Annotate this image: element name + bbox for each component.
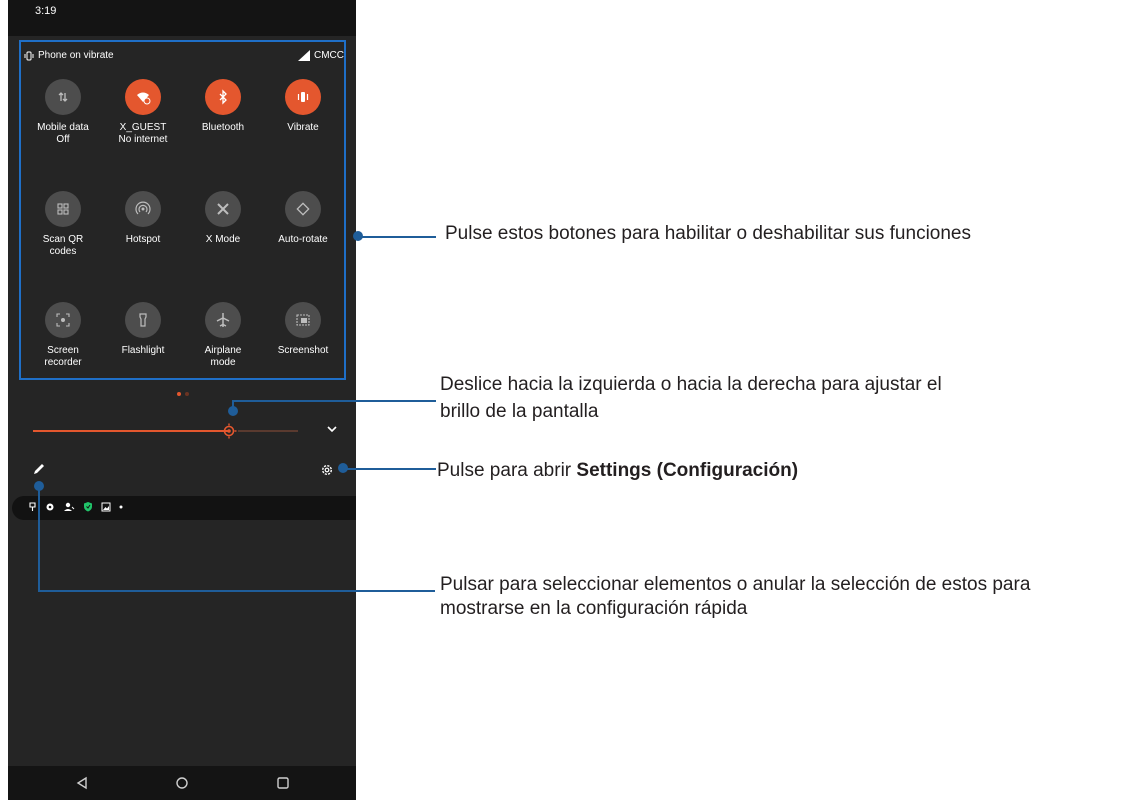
callout-brightness-line2: brillo de la pantalla <box>440 401 599 422</box>
more-dot-icon <box>119 505 123 508</box>
shield-icon <box>84 502 92 512</box>
home-icon[interactable] <box>174 775 190 791</box>
page-indicator <box>177 392 189 396</box>
edit-pencil-icon[interactable] <box>31 461 47 477</box>
callout-edit-line1: Pulsar para seleccionar elementos o anul… <box>440 574 1031 595</box>
callout-settings-prefix: Pulse para abrir <box>437 460 577 481</box>
brightness-slider-track[interactable] <box>238 430 298 432</box>
status-bar: 3:19 <box>8 0 356 36</box>
settings-gear-icon[interactable] <box>320 463 334 477</box>
user-sync-icon <box>64 502 75 511</box>
gallery-icon <box>101 502 111 511</box>
page-dot <box>185 392 189 396</box>
callout-line-edit-vertical <box>38 486 40 592</box>
back-icon[interactable] <box>74 775 90 791</box>
brightness-thumb-icon[interactable] <box>221 423 237 439</box>
notification-icons-strip <box>12 496 356 520</box>
tiles-highlight-box <box>19 40 346 380</box>
callout-line-brightness <box>232 400 436 402</box>
callout-settings-bold: Settings (Configuración) <box>576 460 799 481</box>
callout-brightness-line1: Deslice hacia la izquierda o hacia la de… <box>440 374 942 395</box>
clock: 3:19 <box>35 5 57 17</box>
brightness-slider-fill[interactable] <box>33 430 228 432</box>
page-dot-active <box>177 392 181 396</box>
recents-icon[interactable] <box>275 775 291 791</box>
chevron-down-icon[interactable] <box>326 424 338 434</box>
callout-line-settings <box>343 468 436 470</box>
pin-icon <box>29 501 36 511</box>
gear-notification-icon <box>46 503 54 510</box>
callout-line-edit <box>38 590 435 592</box>
callout-line-tiles <box>358 236 436 238</box>
navigation-bar <box>8 766 356 800</box>
callout-tiles: Pulse estos botones para habilitar o des… <box>445 223 971 244</box>
callout-edit-line2: mostrarse en la configuración rápida <box>440 598 748 619</box>
callout-settings: Pulse para abrir Settings (Configuración… <box>437 460 798 482</box>
